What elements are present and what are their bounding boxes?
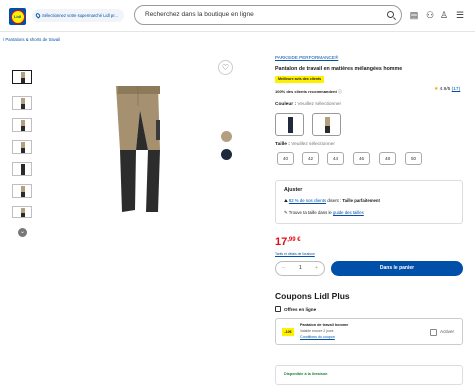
coupon-card: -10€ Pantalon de travail homme Valable e… [275,318,463,345]
color-label: Couleur : Veuillez sélectionner [275,102,341,107]
quantity-increase-button[interactable]: + [315,262,318,275]
coupon-conditions-link[interactable]: Conditions du coupon [300,335,335,339]
price: 17,99 € [275,236,301,248]
info-icon[interactable]: ⓘ [338,89,342,94]
size-guide-text: Trouve ta taille dans le [288,210,332,215]
online-offers-label: Offres en ligne [284,307,317,312]
location-pin-icon [34,12,42,19]
logo-text: Lidl [13,13,22,19]
rating-value: 4.9/5 [439,87,451,92]
size-hint: Veuillez sélectionner [291,142,335,147]
thumbnail-4[interactable] [12,140,32,154]
thumbnail-6[interactable] [12,184,32,198]
thumbnail-3[interactable] [12,118,32,132]
size-option-40[interactable]: 40 [277,152,294,165]
size-guide-row: ✎ Trouve ta taille dans le guide des tai… [284,210,364,216]
thumbnail-2[interactable] [12,96,32,110]
coupons-heading: Coupons Lidl Plus [275,291,350,301]
quantity-value[interactable]: 1 [299,262,302,275]
fit-stat-link[interactable]: 82 % de nos clients [289,198,326,203]
top-header: Lidl Sélectionnez votre supermarché Lidl… [0,0,475,32]
lists-icon[interactable]: ▤ [409,9,419,21]
color-dot-navy[interactable] [221,149,232,160]
pants-thumbnail-image [21,98,25,109]
people-icon: ⛰ [284,198,288,203]
pants-thumbnail-image [21,186,25,197]
availability-box: Disponible à la livraison [275,365,463,385]
price-cents: ,99 € [287,237,301,243]
menu-icon[interactable]: ☰ [455,9,465,21]
product-title: Pantalon de travail en matières mélangée… [275,66,403,72]
coupon-validity: Valable encore 2 jours [300,329,334,333]
store-selector[interactable]: Sélectionnez votre supermarché Lidl pr..… [32,9,124,22]
lock-icon [275,306,281,312]
color-hint: Veuillez sélectionner [297,102,342,107]
product-main-image [116,86,160,212]
pants-thumbnail-image [21,208,25,217]
size-option-42[interactable]: 42 [302,152,319,165]
search-icon[interactable] [387,11,394,18]
thumbnail-7[interactable] [12,206,32,218]
recommendation-text: 100% des clients recommandent ⓘ [275,89,342,95]
lidl-logo[interactable]: Lidl [9,8,26,25]
review-count-link[interactable]: (17) [452,87,461,92]
breadcrumb[interactable]: / Pantalons & shorts de travail [3,37,60,42]
fit-stat-text: disent : [327,198,342,203]
rating[interactable]: ★ 4.9/5 (17) [434,87,460,92]
color-swatch-navy[interactable] [275,113,304,136]
coupon-activate-checkbox[interactable] [430,329,437,336]
size-option-44[interactable]: 44 [327,152,344,165]
store-selector-label: Sélectionnez votre supermarché Lidl pr..… [42,13,118,18]
availability-text: Disponible à la livraison [284,372,328,376]
coupon-discount-badge: -10€ [282,328,294,336]
pants-thumbnail-image [21,120,25,131]
size-label: Taille : Veuillez sélectionner [275,142,335,147]
coupon-activate-label[interactable]: Activer [440,329,454,334]
coupon-name: Pantalon de travail homme [300,323,349,327]
color-label-text: Couleur : [275,102,297,107]
thumbnails-scroll-down-button[interactable]: ⌄ [18,228,27,237]
pants-thumbnail-image [21,164,25,175]
pants-thumbnail-image [21,142,25,153]
basket-icon[interactable]: ♙ [439,9,449,21]
shipping-info-link[interactable]: Tarifs et délais de livraison [275,252,315,256]
add-to-cart-button[interactable]: Dans le panier [331,261,463,276]
brand-link[interactable]: PARKSIDE PERFORMANCE® [275,55,338,60]
quantity-stepper[interactable]: − 1 + [275,261,325,276]
size-option-48[interactable]: 48 [379,152,396,165]
size-option-50[interactable]: 50 [405,152,422,165]
fit-stat-row: ⛰ 82 % de nos clients disent : Taille pa… [284,198,380,203]
price-main: 17 [275,236,288,248]
thumbnail-1[interactable] [12,70,32,84]
pants-swatch-image [325,117,330,133]
size-guide-link[interactable]: guide des tailles [333,210,364,215]
pants-thumbnail-image [21,72,25,83]
color-dot-khaki[interactable] [221,131,232,142]
quantity-decrease-button[interactable]: − [282,262,285,275]
ruler-icon: ✎ [284,210,288,215]
fit-stat-value: Taille parfaitement [342,198,380,203]
search-placeholder: Recherchez dans la boutique en ligne [145,11,254,18]
search-input[interactable]: Recherchez dans la boutique en ligne [134,5,402,25]
fit-box-title: Ajuster [284,187,303,193]
size-label-text: Taille : [275,142,290,147]
recommendation-label: 100% des clients recommandent [275,89,337,94]
account-icon[interactable]: ⚇ [425,9,435,21]
fit-box: Ajuster ⛰ 82 % de nos clients disent : T… [275,180,463,224]
pants-swatch-image [288,117,293,133]
best-rated-badge: Meilleure avis des clients [275,76,325,83]
star-icon: ★ [434,87,439,92]
favorite-heart-icon[interactable]: ♡ [218,60,233,75]
size-option-46[interactable]: 46 [353,152,370,165]
thumbnail-5[interactable] [12,162,32,176]
color-swatch-khaki[interactable] [312,113,341,136]
